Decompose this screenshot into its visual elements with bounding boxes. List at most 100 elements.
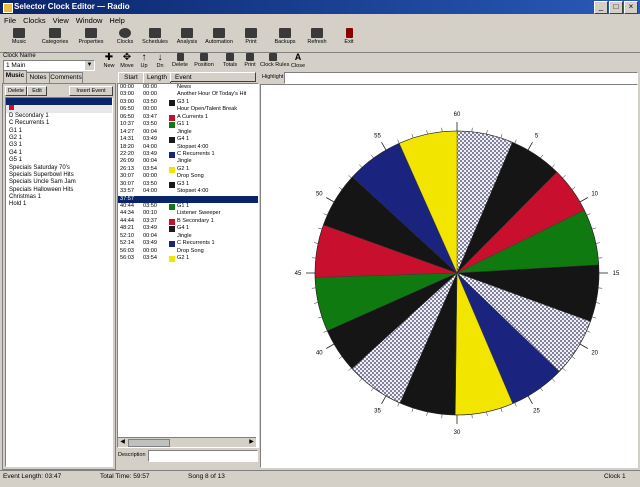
event-row[interactable]: 06:5003:47A Currents 1 — [118, 114, 258, 121]
color-swatch — [169, 226, 175, 232]
event-row[interactable]: 06:5000:00Hour Open/Talent Break — [118, 106, 258, 113]
event-name: G1 1 — [177, 203, 189, 210]
analysis-icon — [181, 28, 193, 38]
color-swatch — [169, 256, 175, 262]
event-row[interactable]: 33:5704:00Stopset 4:00 — [118, 188, 258, 195]
clock-rules-button[interactable]: Clock Rules — [260, 53, 286, 75]
menu-window[interactable]: Window — [76, 16, 103, 25]
rules-icon — [269, 53, 277, 61]
refresh-button[interactable]: Refresh — [302, 28, 332, 50]
event-row[interactable]: 37:57 — [118, 196, 258, 203]
list-item[interactable]: G3 1 — [6, 142, 112, 149]
clocks-button[interactable]: Clocks — [110, 28, 140, 50]
new-button[interactable]: ✚New — [100, 53, 118, 75]
horizontal-scrollbar[interactable]: ◀ ▶ — [118, 437, 256, 447]
list-item[interactable]: Specials Halloween Hits — [6, 187, 112, 194]
event-row[interactable]: 00:0000:00News — [118, 84, 258, 91]
edit-category-button[interactable]: Edit — [27, 86, 47, 96]
list-item[interactable]: G1 1 — [6, 128, 112, 135]
event-start: 44:34 — [120, 210, 134, 217]
event-length: 03:50 — [143, 181, 157, 188]
event-row[interactable]: 52:1403:49C Recurrents 1 — [118, 240, 258, 247]
scroll-right-icon[interactable]: ▶ — [247, 438, 256, 447]
tick-label: 5 — [535, 133, 539, 139]
minor-tick — [318, 228, 322, 229]
menu-help[interactable]: Help — [109, 16, 124, 25]
event-row[interactable]: 30:0700:00Drop Song — [118, 173, 258, 180]
minor-tick — [587, 214, 591, 216]
schedules-button[interactable]: Schedules — [140, 28, 170, 50]
menu-file[interactable]: File — [4, 16, 16, 25]
print-button[interactable]: Print — [236, 28, 266, 50]
chevron-down-icon[interactable]: ▼ — [85, 61, 94, 70]
list-item[interactable]: Specials Superbowl Hits — [6, 172, 112, 179]
event-length: 03:50 — [143, 203, 157, 210]
event-row[interactable]: 14:2700:04Jingle — [118, 129, 258, 136]
list-item[interactable]: G4 1 — [6, 150, 112, 157]
minor-tick — [592, 228, 596, 229]
scroll-left-icon[interactable]: ◀ — [118, 438, 127, 447]
event-row[interactable]: 14:3103:49G4 1 — [118, 136, 258, 143]
event-row[interactable]: 26:0900:04Jingle — [118, 158, 258, 165]
minor-tick — [318, 317, 322, 318]
clock-wheel[interactable]: 60510152025303540455055 — [261, 85, 637, 467]
event-length: 03:50 — [143, 121, 157, 128]
backups-button[interactable]: Backups — [270, 28, 300, 50]
close-button[interactable]: × — [624, 1, 638, 14]
list-item[interactable] — [6, 105, 112, 112]
list-item[interactable] — [6, 98, 112, 105]
list-item[interactable]: G2 1 — [6, 135, 112, 142]
highlight-input[interactable] — [284, 72, 638, 84]
list-item[interactable]: Christmas 1 — [6, 194, 112, 201]
music-button[interactable]: Music — [4, 28, 34, 50]
event-row[interactable]: 44:3400:10Listener Sweeper — [118, 210, 258, 217]
analysis-button[interactable]: Analysis — [172, 28, 202, 50]
menu-view[interactable]: View — [53, 16, 69, 25]
event-start: 14:27 — [120, 129, 134, 136]
event-row[interactable]: 30:0703:50G3 1 — [118, 181, 258, 188]
insert-event-button[interactable]: Insert Event — [69, 86, 113, 96]
minimize-button[interactable]: _ — [594, 1, 608, 14]
properties-button[interactable]: Properties — [76, 28, 106, 50]
event-start: 56:03 — [120, 255, 134, 262]
event-row[interactable]: 18:2004:00Stopset 4:00 — [118, 144, 258, 151]
event-name: A Currents 1 — [177, 114, 208, 121]
delete-category-button[interactable]: Delete — [5, 86, 27, 96]
tab-music[interactable]: Music — [3, 70, 27, 84]
list-item[interactable]: G5 1 — [6, 157, 112, 164]
categories-button[interactable]: Categories — [40, 28, 70, 50]
event-row[interactable]: 56:0300:00Drop Song — [118, 248, 258, 255]
list-item[interactable]: D Secondary 1 — [6, 113, 112, 120]
minor-tick — [563, 368, 566, 371]
event-row[interactable]: 40:4403:50G1 1 — [118, 203, 258, 210]
color-swatch — [169, 219, 175, 225]
event-start: 14:31 — [120, 136, 134, 143]
event-row[interactable]: 52:1000:04Jingle — [118, 233, 258, 240]
event-row[interactable]: 56:0303:54G2 1 — [118, 255, 258, 262]
exit-button[interactable]: Exit — [334, 28, 364, 50]
minor-tick — [572, 187, 575, 189]
minor-tick — [349, 175, 352, 178]
menu-clocks[interactable]: Clocks — [23, 16, 46, 25]
event-name: B Secondary 1 — [177, 218, 214, 225]
automation-button[interactable]: Automation — [204, 28, 234, 50]
event-row[interactable]: 03:0000:00Another Hour Of Today's Hit — [118, 91, 258, 98]
minor-tick — [596, 243, 600, 244]
event-length: 03:50 — [143, 99, 157, 106]
tick-label: 40 — [316, 351, 323, 357]
maximize-button[interactable]: □ — [609, 1, 623, 14]
event-row[interactable]: 03:0003:50G3 1 — [118, 99, 258, 106]
description-input[interactable] — [148, 450, 258, 462]
list-item[interactable]: Specials Uncle Sam Jam — [6, 179, 112, 186]
event-row[interactable]: 48:2103:49G4 1 — [118, 225, 258, 232]
scroll-thumb[interactable] — [128, 439, 170, 447]
menu-bar: File Clocks View Window Help — [0, 14, 640, 26]
event-row[interactable]: 10:3703:50G1 1 — [118, 121, 258, 128]
list-item[interactable]: C Recurrents 1 — [6, 120, 112, 127]
event-row[interactable]: 26:1303:54G2 1 — [118, 166, 258, 173]
event-row[interactable]: 44:4403:37B Secondary 1 — [118, 218, 258, 225]
column-event[interactable]: Event — [170, 72, 256, 82]
list-item[interactable]: Hold 1 — [6, 201, 112, 208]
event-row[interactable]: 22:2003:49C Recurrents 1 — [118, 151, 258, 158]
list-item[interactable]: Specials Saturday 70's — [6, 165, 112, 172]
